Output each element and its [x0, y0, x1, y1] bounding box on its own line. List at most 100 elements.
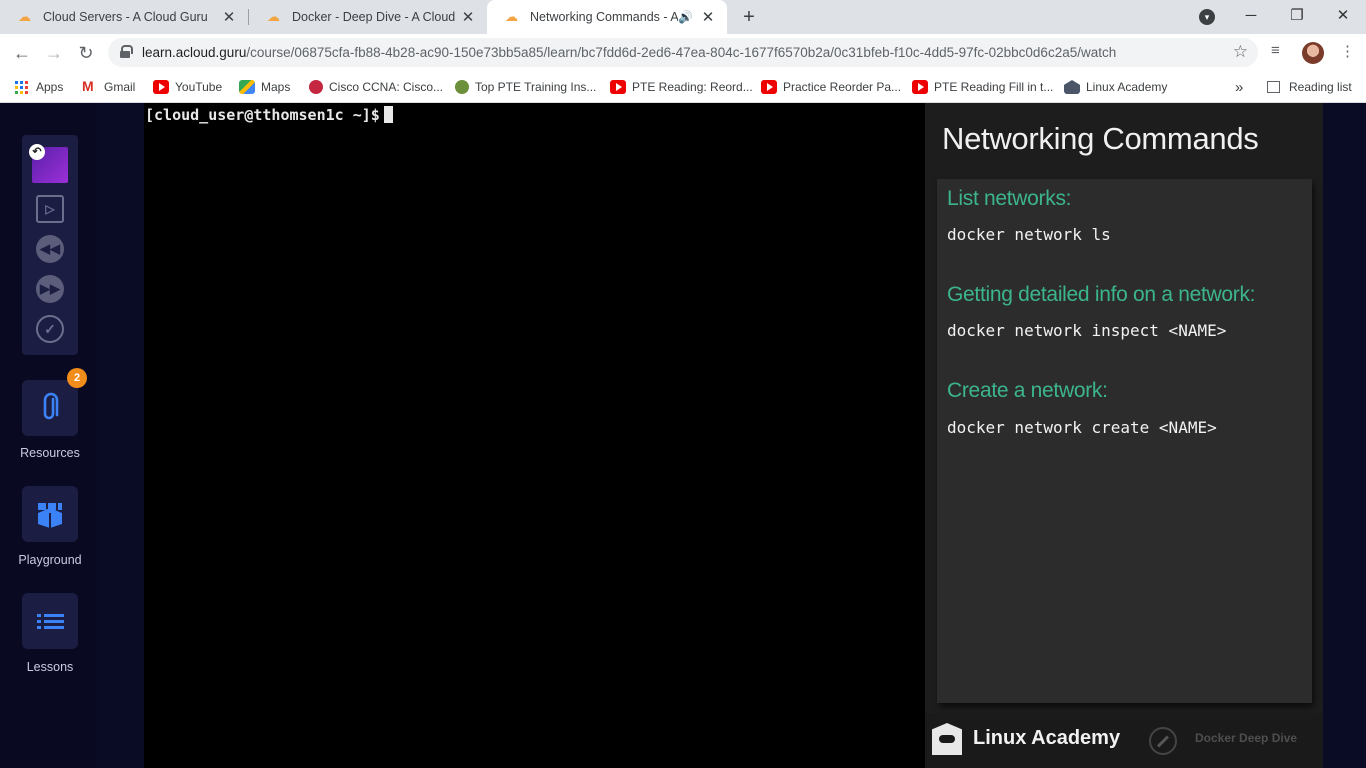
fast-forward-icon[interactable]: ▶▶ — [36, 275, 64, 303]
section-command: docker network ls — [947, 225, 1111, 244]
terminal-cursor — [383, 106, 393, 123]
close-tab-icon[interactable]: ✕ — [459, 8, 477, 26]
tab-networking-commands[interactable]: ☁ Networking Commands - A C 🔊 ✕ — [487, 0, 727, 34]
close-tab-icon[interactable]: ✕ — [699, 8, 717, 26]
bookmark-pte-reading-reorder[interactable]: PTE Reading: Reord... — [610, 77, 753, 97]
bookmark-label: PTE Reading: Reord... — [632, 80, 753, 94]
browser-toolbar: ← → ↻ learn.acloud.guru/course/06875cfa-… — [0, 34, 1366, 71]
bookmark-youtube[interactable]: YouTube — [153, 77, 222, 97]
bookmark-cisco[interactable]: Cisco CCNA: Cisco... — [309, 77, 443, 97]
minimize-icon[interactable]: ─ — [1228, 0, 1274, 34]
slide-title: Networking Commands — [942, 121, 1259, 156]
bookmark-star-icon[interactable]: ☆ — [1233, 42, 1248, 62]
close-tab-icon[interactable]: ✕ — [220, 8, 238, 26]
youtube-icon — [610, 80, 626, 94]
youtube-icon — [153, 80, 169, 94]
reading-list-button[interactable]: Reading list — [1267, 77, 1352, 97]
player-controls: ↶ ▷ ◀◀ ▶▶ ✓ — [22, 135, 78, 355]
section-command: docker network create <NAME> — [947, 418, 1217, 437]
bookmark-label: Practice Reorder Pa... — [783, 80, 902, 94]
bookmarks-overflow-button[interactable]: » — [1235, 77, 1243, 97]
apps-grid-icon — [15, 80, 28, 94]
forward-icon[interactable]: → — [41, 40, 67, 66]
playground-button[interactable] — [22, 486, 78, 542]
bookmark-pte-training[interactable]: Top PTE Training Ins... — [455, 77, 596, 97]
section-heading: Create a network: — [947, 379, 1108, 402]
course-thumbnail[interactable]: ↶ — [29, 144, 68, 183]
resources-button[interactable] — [22, 380, 78, 436]
bookmark-label: Apps — [36, 80, 64, 94]
maps-icon — [239, 80, 255, 94]
url-path: /course/06875cfa-fb88-4b28-ac90-150e73bb… — [246, 45, 1117, 60]
cubes-icon — [38, 503, 62, 528]
back-arrow-icon[interactable]: ↶ — [29, 144, 45, 160]
reading-list-icon — [1267, 81, 1280, 93]
slide-footer: Linux Academy Docker Deep Dive — [925, 713, 1323, 768]
bookmark-label: PTE Reading Fill in t... — [934, 80, 1054, 94]
bookmark-label: Maps — [261, 80, 291, 94]
linux-academy-owl-icon — [932, 723, 962, 755]
terminal-prompt: [cloud_user@tthomsen1c ~]$ — [145, 106, 393, 124]
bookmark-label: Cisco CCNA: Cisco... — [329, 80, 444, 94]
pte-icon — [455, 80, 469, 94]
bookmark-pte-reading-fill[interactable]: PTE Reading Fill in t... — [912, 77, 1053, 97]
lessons-label[interactable]: Lessons — [0, 660, 100, 674]
tab-search-icon[interactable]: ▾ — [1199, 9, 1215, 25]
resources-label[interactable]: Resources — [0, 446, 100, 460]
mark-complete-icon[interactable]: ✓ — [36, 315, 64, 343]
linux-academy-icon — [1064, 80, 1080, 94]
playground-label[interactable]: Playground — [0, 553, 100, 567]
reading-list-label: Reading list — [1289, 80, 1352, 94]
bookmark-linux-academy[interactable]: Linux Academy — [1064, 77, 1167, 97]
bookmark-practice-reorder[interactable]: Practice Reorder Pa... — [761, 77, 901, 97]
menu-icon[interactable]: ⋮ — [1340, 42, 1355, 60]
lock-icon[interactable] — [120, 45, 133, 58]
course-player-page: ↶ ▷ ◀◀ ▶▶ ✓ 2 Resources Playground Lesso… — [0, 103, 1366, 768]
tab-title: Cloud Servers - A Cloud Guru — [43, 10, 208, 24]
paperclip-icon — [43, 392, 59, 420]
browser-tab-strip: ☁ Cloud Servers - A Cloud Guru ✕ ☁ Docke… — [0, 0, 1366, 34]
bookmark-label: Linux Academy — [1086, 80, 1168, 94]
bookmark-maps[interactable]: Maps — [239, 77, 290, 97]
section-command: docker network inspect <NAME> — [947, 321, 1227, 340]
cisco-icon — [309, 80, 323, 94]
profile-avatar[interactable] — [1302, 42, 1324, 64]
bookmark-label: YouTube — [175, 80, 223, 94]
gmail-icon — [82, 78, 98, 94]
youtube-icon — [912, 80, 928, 94]
bookmark-apps[interactable]: Apps — [15, 77, 63, 97]
window-close-icon[interactable]: ✕ — [1320, 0, 1366, 34]
section-heading: Getting detailed info on a network: — [947, 283, 1256, 306]
bookmark-label: Top PTE Training Ins... — [475, 80, 597, 94]
tab-cloud-servers[interactable]: ☁ Cloud Servers - A Cloud Guru ✕ — [0, 0, 248, 34]
url-text: learn.acloud.guru/course/06875cfa-fb88-4… — [142, 45, 1116, 60]
speaker-icon[interactable]: 🔊 — [678, 10, 693, 24]
course-sidebar: ↶ ▷ ◀◀ ▶▶ ✓ 2 Resources Playground Lesso… — [0, 103, 100, 768]
cloud-icon: ☁ — [18, 9, 31, 24]
cloud-icon: ☁ — [267, 9, 280, 24]
cloud-icon: ☁ — [505, 9, 518, 24]
youtube-icon — [761, 80, 777, 94]
rewind-icon[interactable]: ◀◀ — [36, 235, 64, 263]
restore-icon[interactable]: ❐ — [1274, 0, 1320, 34]
lessons-button[interactable] — [22, 593, 78, 649]
bookmark-label: Gmail — [104, 80, 136, 94]
tab-title: Networking Commands - A C — [530, 10, 679, 24]
list-icon — [37, 614, 64, 629]
media-control-icon[interactable]: ≡ — [1271, 42, 1280, 59]
bookmark-gmail[interactable]: Gmail — [82, 77, 135, 97]
address-bar[interactable]: learn.acloud.guru/course/06875cfa-fb88-4… — [108, 38, 1258, 67]
resources-count-badge: 2 — [67, 368, 87, 388]
slide-content-panel: List networks: docker network ls Getting… — [937, 179, 1312, 703]
reload-icon[interactable]: ↻ — [73, 40, 99, 66]
new-tab-button[interactable]: + — [737, 4, 761, 30]
lesson-slide: Networking Commands List networks: docke… — [925, 103, 1323, 768]
toggle-panel-icon[interactable]: ▷ — [36, 195, 64, 223]
section-heading: List networks: — [947, 187, 1072, 210]
video-terminal-area[interactable]: [cloud_user@tthomsen1c ~]$ — [144, 103, 925, 768]
footer-brand: Linux Academy — [973, 727, 1121, 749]
tab-docker-deep-dive[interactable]: ☁ Docker - Deep Dive - A Cloud Gu ✕ — [249, 0, 487, 34]
prompt-text: [cloud_user@tthomsen1c ~]$ — [145, 106, 380, 124]
tab-title: Docker - Deep Dive - A Cloud Gu — [292, 10, 459, 24]
back-icon[interactable]: ← — [9, 40, 35, 66]
